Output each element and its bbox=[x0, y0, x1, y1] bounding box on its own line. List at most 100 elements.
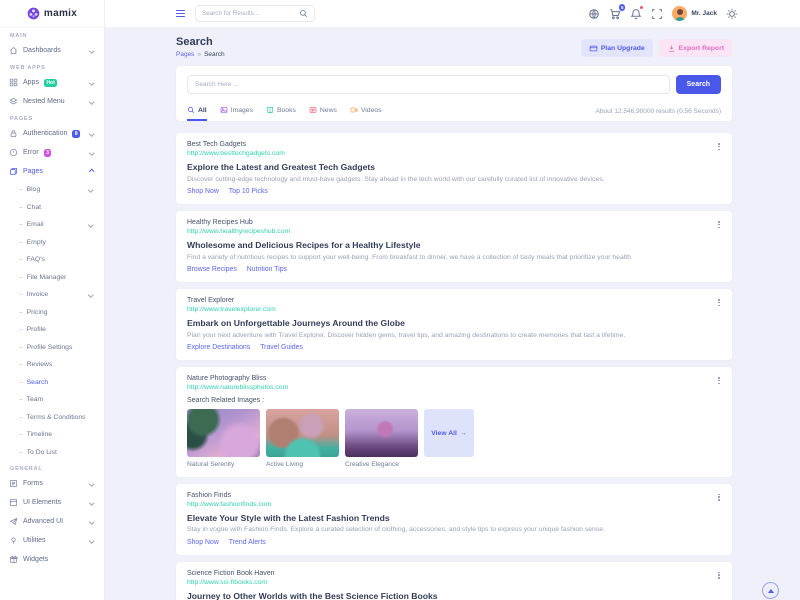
topbar-actions: 5 Mr. Jack bbox=[588, 6, 738, 21]
related-image-caption: Active Living bbox=[266, 461, 339, 468]
sidebar-subitem-profile[interactable]: Profile bbox=[0, 321, 104, 339]
scroll-to-top-button[interactable] bbox=[762, 582, 779, 599]
sidebar-item-label: Pages bbox=[23, 168, 43, 175]
sidebar-item-utilities[interactable]: Utilities bbox=[0, 531, 104, 550]
sidebar-subitem-empty[interactable]: Empty bbox=[0, 234, 104, 252]
result-card: Science Fiction Book Haven http://www.sc… bbox=[176, 562, 732, 600]
card-icon bbox=[589, 44, 598, 53]
related-image-caption: Natural Serenity bbox=[187, 461, 260, 468]
sidebar-subitem-email[interactable]: Email bbox=[0, 216, 104, 234]
plan-upgrade-button[interactable]: Plan Upgrade bbox=[581, 39, 653, 57]
sidebar-subitem-team[interactable]: Team bbox=[0, 391, 104, 409]
user-menu[interactable]: Mr. Jack bbox=[672, 6, 717, 21]
chevron-down-icon bbox=[88, 292, 93, 297]
tab-all[interactable]: All bbox=[187, 101, 207, 121]
result-link[interactable]: Shop Now bbox=[187, 539, 219, 546]
sidebar-item-widgets[interactable]: Widgets bbox=[0, 550, 104, 569]
fullscreen-icon[interactable] bbox=[651, 8, 663, 20]
result-url[interactable]: http://www.sci-fibooks.com bbox=[187, 579, 721, 586]
result-title[interactable]: Embark on Unforgettable Journeys Around … bbox=[187, 318, 721, 328]
sidebar-item-dashboards[interactable]: Dashboards bbox=[0, 41, 104, 60]
related-image-thumbnail[interactable] bbox=[345, 409, 418, 457]
sidebar-subitem-chat[interactable]: Chat bbox=[0, 199, 104, 217]
sidebar-section-main: MAIN bbox=[0, 28, 104, 41]
gear-icon[interactable] bbox=[726, 8, 738, 20]
sidebar-item-advanced-ui[interactable]: Advanced UI bbox=[0, 512, 104, 531]
result-card: Travel Explorer http://www.travelexplore… bbox=[176, 289, 732, 360]
search-button[interactable]: Search bbox=[676, 75, 721, 94]
tab-books[interactable]: Books bbox=[266, 101, 296, 121]
topbar-search bbox=[195, 5, 315, 22]
result-link[interactable]: Browse Recipes bbox=[187, 266, 237, 273]
result-title[interactable]: Elevate Your Style with the Latest Fashi… bbox=[187, 513, 721, 523]
result-options-button[interactable] bbox=[715, 376, 723, 385]
result-url[interactable]: http://www.besttechgadgets.com bbox=[187, 150, 721, 157]
result-site: Nature Photography Bliss bbox=[187, 375, 721, 382]
result-options-button[interactable] bbox=[715, 298, 723, 307]
brand-logo[interactable]: mamix bbox=[0, 0, 104, 28]
sidebar-subitem-file-manager[interactable]: File Manager bbox=[0, 269, 104, 287]
related-image[interactable]: Active Living bbox=[266, 409, 339, 468]
lock-icon bbox=[9, 129, 18, 138]
language-icon[interactable] bbox=[588, 8, 600, 20]
sidebar-item-label: Error bbox=[23, 149, 39, 156]
result-options-button[interactable] bbox=[715, 571, 723, 580]
sidebar-item-error[interactable]: Error 3 bbox=[0, 143, 104, 162]
result-options-button[interactable] bbox=[715, 493, 723, 502]
sidebar-item-authentication[interactable]: Authentication 8 bbox=[0, 124, 104, 143]
related-image[interactable]: Natural Serenity bbox=[187, 409, 260, 468]
export-report-button[interactable]: Export Report bbox=[659, 39, 732, 57]
sidebar-toggle-button[interactable] bbox=[176, 10, 185, 17]
tab-images[interactable]: Images bbox=[220, 101, 253, 121]
result-url[interactable]: http://www.fashionfinds.com bbox=[187, 501, 721, 508]
result-link[interactable]: Trend Alerts bbox=[229, 539, 266, 546]
sidebar-item-forms[interactable]: Forms bbox=[0, 474, 104, 493]
sidebar-subitem-pricing[interactable]: Pricing bbox=[0, 304, 104, 322]
box-icon bbox=[9, 498, 18, 507]
results-meta: About 12,546,90000 results (0.56 Seconds… bbox=[596, 108, 721, 115]
cart-icon[interactable]: 5 bbox=[609, 8, 621, 20]
chevron-down-icon bbox=[88, 222, 93, 227]
sidebar-item-nested-menu[interactable]: Nested Menu bbox=[0, 92, 104, 111]
sidebar-item-pages[interactable]: Pages bbox=[0, 162, 104, 181]
result-title[interactable]: Wholesome and Delicious Recipes for a He… bbox=[187, 240, 721, 250]
result-title[interactable]: Explore the Latest and Greatest Tech Gad… bbox=[187, 162, 721, 172]
result-url[interactable]: http://www.healthyrecipeshub.com bbox=[187, 228, 721, 235]
sidebar-subitem-invoice[interactable]: Invoice bbox=[0, 286, 104, 304]
sidebar-subitem-blog[interactable]: Blog bbox=[0, 181, 104, 199]
search-input[interactable] bbox=[187, 75, 670, 94]
sidebar-subitem-faqs[interactable]: FAQ's bbox=[0, 251, 104, 269]
sidebar-subitem-terms-conditions[interactable]: Terms & Conditions bbox=[0, 409, 104, 427]
tab-videos[interactable]: Videos bbox=[350, 101, 382, 121]
notifications-bell-icon[interactable] bbox=[630, 8, 642, 20]
related-image[interactable]: Creative Elegance bbox=[345, 409, 418, 468]
related-images-heading: Search Related Images : bbox=[187, 397, 721, 404]
search-icon[interactable] bbox=[299, 9, 308, 18]
result-title[interactable]: Journey to Other Worlds with the Best Sc… bbox=[187, 591, 721, 600]
result-options-button[interactable] bbox=[715, 220, 723, 229]
sidebar-subitem-timeline[interactable]: Timeline bbox=[0, 426, 104, 444]
sidebar-subitem-profile-settings[interactable]: Profile Settings bbox=[0, 339, 104, 357]
sidebar-subitem-to-do-list[interactable]: To Do List bbox=[0, 444, 104, 462]
breadcrumb-parent[interactable]: Pages bbox=[176, 51, 194, 58]
result-url[interactable]: http://www.natureblissphotos.com bbox=[187, 384, 721, 391]
view-all-button[interactable]: View All → bbox=[424, 409, 474, 457]
result-options-button[interactable] bbox=[715, 142, 723, 151]
result-link[interactable]: Nutrition Tips bbox=[247, 266, 287, 273]
result-description: Discover cutting-edge technology and mus… bbox=[187, 176, 721, 183]
related-image-thumbnail[interactable] bbox=[266, 409, 339, 457]
result-link[interactable]: Explore Destinations bbox=[187, 344, 250, 351]
sidebar-subitem-search[interactable]: Search bbox=[0, 374, 104, 392]
tab-news[interactable]: News bbox=[309, 101, 337, 121]
related-image-thumbnail[interactable] bbox=[187, 409, 260, 457]
sidebar-subitem-reviews[interactable]: Reviews bbox=[0, 356, 104, 374]
breadcrumb: Pages » Search bbox=[176, 51, 225, 58]
result-link[interactable]: Top 10 Picks bbox=[229, 188, 268, 195]
result-site: Best Tech Gadgets bbox=[187, 141, 721, 148]
topbar-search-input[interactable] bbox=[202, 10, 295, 17]
result-link[interactable]: Shop Now bbox=[187, 188, 219, 195]
result-link[interactable]: Travel Guides bbox=[260, 344, 303, 351]
sidebar-item-ui-elements[interactable]: UI Elements bbox=[0, 493, 104, 512]
sidebar-item-apps[interactable]: Apps Hot bbox=[0, 73, 104, 92]
result-url[interactable]: http://www.travelexplorer.com bbox=[187, 306, 721, 313]
